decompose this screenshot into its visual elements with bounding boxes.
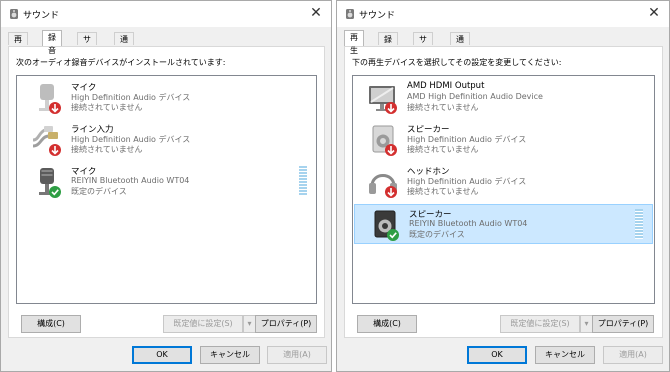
title-bar: サウンド ✕ (1, 1, 331, 27)
tab-panel: 下の再生デバイスを選択してその設定を変更してください: AMD HDMI Out… (344, 46, 663, 338)
device-list[interactable]: AMD HDMI Output AMD High Definition Audi… (352, 75, 655, 304)
title-bar: サウンド ✕ (337, 1, 669, 27)
apply-button[interactable]: 適用(A) (267, 346, 327, 364)
device-status: 接続されていません (407, 187, 479, 196)
device-status: 接続されていません (71, 103, 143, 112)
configure-button[interactable]: 構成(C) (21, 315, 81, 333)
device-item[interactable]: マイク High Definition Audio デバイス 接続されていません (17, 78, 316, 118)
microphone-icon (31, 166, 63, 200)
window-title: サウンド (359, 11, 396, 21)
disconnected-badge (385, 186, 397, 198)
device-driver: REIYIN Bluetooth Audio WT04 (409, 219, 528, 228)
properties-button[interactable]: プロパティ(P) (592, 315, 654, 333)
instruction-text: 次のオーディオ録音デバイスがインストールされています: (16, 58, 226, 67)
tab-communications[interactable]: 通信 (114, 32, 134, 57)
default-check-badge (387, 229, 399, 241)
tab-recording[interactable]: 録音 (378, 32, 398, 57)
monitor-icon (367, 82, 399, 116)
disconnected-badge (385, 102, 397, 114)
sound-app-icon (345, 8, 355, 20)
disconnected-badge (385, 144, 397, 156)
properties-button[interactable]: プロパティ(P) (255, 315, 317, 333)
disconnected-badge (49, 102, 61, 114)
disconnected-badge (49, 144, 61, 156)
device-name: AMD HDMI Output (407, 81, 485, 91)
close-button[interactable]: ✕ (307, 4, 325, 22)
instruction-text: 下の再生デバイスを選択してその設定を変更してください: (352, 58, 562, 67)
device-driver: AMD High Definition Audio Device (407, 92, 543, 101)
device-status: 接続されていません (71, 145, 143, 154)
device-status: 既定のデバイス (409, 230, 465, 239)
tab-playback[interactable]: 再生 (8, 32, 28, 57)
device-item[interactable]: AMD HDMI Output AMD High Definition Audi… (353, 78, 652, 118)
device-list[interactable]: マイク High Definition Audio デバイス 接続されていません (16, 75, 317, 304)
tab-sounds[interactable]: サウンド (77, 32, 97, 83)
device-status: 接続されていません (407, 103, 479, 112)
ok-button[interactable]: OK (467, 346, 527, 364)
device-item-selected[interactable]: スピーカー REIYIN Bluetooth Audio WT04 既定のデバイ… (354, 204, 653, 244)
headphones-icon (367, 166, 399, 200)
tab-communications[interactable]: 通信 (450, 32, 470, 57)
tab-recording[interactable]: 録音 (42, 30, 62, 55)
sound-dialog-recording: サウンド ✕ 再生 録音 サウンド 通信 次のオーディオ録音デバイスがインストー… (0, 0, 332, 372)
microphone-icon (31, 82, 63, 116)
device-item[interactable]: ライン入力 High Definition Audio デバイス 接続されていま… (17, 120, 316, 160)
default-check-badge (49, 186, 61, 198)
device-status: 既定のデバイス (71, 187, 127, 196)
tab-sounds[interactable]: サウンド (413, 32, 433, 83)
device-item[interactable]: スピーカー High Definition Audio デバイス 接続されていま… (353, 120, 652, 160)
device-driver: REIYIN Bluetooth Audio WT04 (71, 176, 190, 185)
level-meter (299, 166, 307, 196)
device-status: 接続されていません (407, 145, 479, 154)
line-in-cable-icon (31, 124, 63, 158)
speaker-icon (369, 209, 401, 243)
level-meter (635, 209, 643, 239)
speaker-icon (367, 124, 399, 158)
cancel-button[interactable]: キャンセル (535, 346, 595, 364)
ok-button[interactable]: OK (132, 346, 192, 364)
cancel-button[interactable]: キャンセル (200, 346, 260, 364)
close-button[interactable]: ✕ (645, 4, 663, 22)
window-title: サウンド (23, 11, 60, 21)
device-item[interactable]: マイク REIYIN Bluetooth Audio WT04 既定のデバイス (17, 162, 316, 202)
set-default-button[interactable]: 既定値に設定(S) (163, 315, 243, 333)
sound-app-icon (9, 8, 19, 20)
set-default-button[interactable]: 既定値に設定(S) (500, 315, 580, 333)
tab-playback[interactable]: 再生 (344, 30, 364, 55)
sound-dialog-playback: サウンド ✕ 再生 録音 サウンド 通信 下の再生デバイスを選択してその設定を変… (336, 0, 670, 372)
tab-panel: 次のオーディオ録音デバイスがインストールされています: マイク High Def… (8, 46, 325, 338)
apply-button[interactable]: 適用(A) (603, 346, 663, 364)
configure-button[interactable]: 構成(C) (357, 315, 417, 333)
device-item[interactable]: ヘッドホン High Definition Audio デバイス 接続されていま… (353, 162, 652, 202)
